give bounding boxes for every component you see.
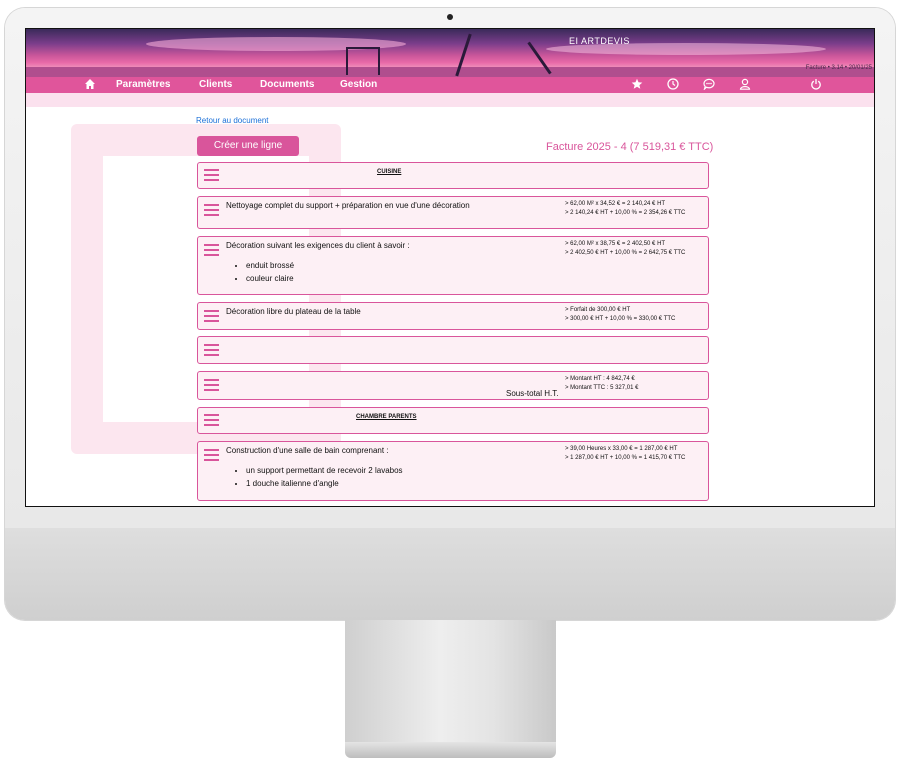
line-description: Construction d'une salle de bain compren… [226,446,389,455]
line-bullet-list: un support permettant de recevoir 2 lava… [234,466,403,492]
company-name: EI ARTDEVIS [569,36,630,46]
subtotal-amounts: > Montant HT : 4 842,74 € > Montant TTC … [565,376,639,391]
line-calculation: > Forfait de 300,00 € HT > 300,00 € HT +… [565,307,676,322]
invoice-title: Facture 2025 - 4 (7 519,31 € TTC) [546,141,714,153]
drag-handle-icon[interactable] [204,310,219,324]
section-title: CHAMBRE PARENTS [356,414,417,420]
line-row[interactable]: Décoration libre du plateau de la table … [197,302,709,330]
drag-handle-icon[interactable] [204,449,219,463]
section-title: CUISINE [377,169,402,175]
line-description: Décoration libre du plateau de la table [226,307,361,316]
drag-handle-icon[interactable] [204,204,219,218]
monitor-stand [345,620,556,748]
back-to-document-link[interactable]: Retour au document [196,116,269,125]
chat-icon[interactable] [702,78,716,92]
drag-handle-icon[interactable] [204,414,219,428]
power-icon[interactable] [809,78,823,92]
banner-horizon [26,67,874,77]
clock-icon[interactable] [666,78,680,92]
nav-parametres[interactable]: Paramètres [116,79,170,90]
star-icon[interactable] [630,78,644,92]
screen: EI ARTDEVIS Facture • 3.14 • 20/01/25 Pa… [25,28,875,507]
nav-clients[interactable]: Clients [199,79,232,90]
drag-handle-icon[interactable] [204,169,219,183]
list-item: enduit brossé [246,261,294,270]
list-item: couleur claire [246,274,294,283]
line-description: Décoration suivant les exigences du clie… [226,241,410,250]
subtotal-row[interactable]: Sous-total H.T. > Montant HT : 4 842,74 … [197,371,709,400]
user-icon[interactable] [738,78,752,92]
line-row[interactable]: Construction d'une salle de bain compren… [197,441,709,501]
home-icon[interactable] [83,78,97,92]
line-calculation: > 62,00 M² x 34,52 € = 2 140,24 € HT > 2… [565,201,686,216]
header-banner: EI ARTDEVIS Facture • 3.14 • 20/01/25 [26,29,874,77]
banner-hut [346,47,380,75]
monitor-stand-base [345,742,556,758]
line-row[interactable]: Décoration suivant les exigences du clie… [197,236,709,295]
drag-handle-icon[interactable] [204,344,219,358]
line-bullet-list: enduit brossé couleur claire [234,261,294,287]
section-row[interactable]: CUISINE [197,162,709,189]
nav-documents[interactable]: Documents [260,79,314,90]
camera-dot [447,14,453,20]
subheader-bar [26,93,874,107]
create-line-button[interactable]: Créer une ligne [197,136,299,156]
line-row[interactable]: Nettoyage complet du support + préparati… [197,196,709,229]
list-item: un support permettant de recevoir 2 lava… [246,466,403,475]
nav-gestion[interactable]: Gestion [340,79,377,90]
monitor-chin [5,528,895,620]
drag-handle-icon[interactable] [204,244,219,258]
section-row[interactable]: CHAMBRE PARENTS [197,407,709,434]
navbar: Paramètres Clients Documents Gestion [26,77,874,93]
drag-handle-icon[interactable] [204,379,219,393]
list-item: 1 douche italienne d'angle [246,479,403,488]
line-calculation: > 39,00 Heures x 33,00 € = 1 287,00 € HT… [565,446,686,461]
empty-row[interactable] [197,336,709,364]
line-description: Nettoyage complet du support + préparati… [226,201,470,210]
version-text: Facture • 3.14 • 20/01/25 [805,65,872,71]
line-calculation: > 62,00 M² x 38,75 € = 2 402,50 € HT > 2… [565,241,686,256]
subtotal-label: Sous-total H.T. [506,389,559,398]
